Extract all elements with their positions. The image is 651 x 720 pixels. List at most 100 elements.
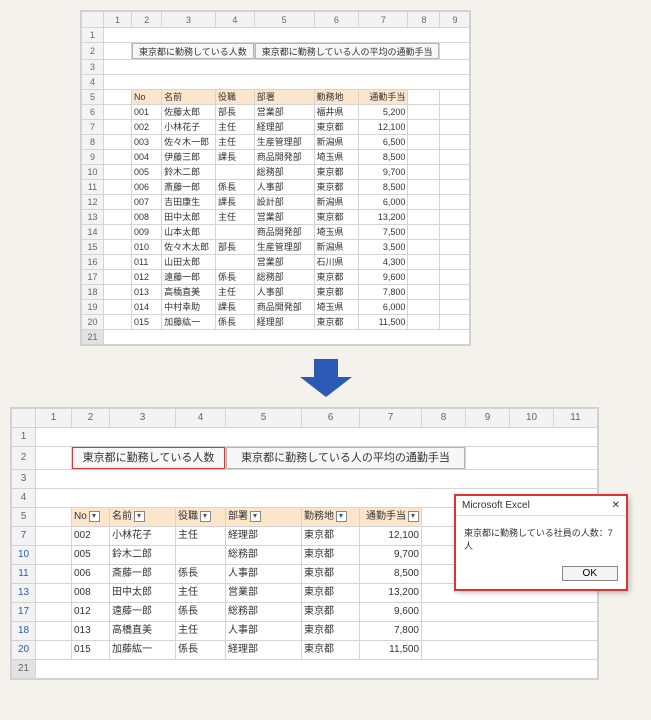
col-header[interactable]: 10: [510, 409, 554, 428]
cell-name[interactable]: 佐々木太郎: [162, 240, 216, 255]
cell-allow[interactable]: 8,500: [359, 150, 408, 165]
row-header[interactable]: 8: [82, 135, 104, 150]
cell-allow[interactable]: 9,600: [359, 270, 408, 285]
cell-dept[interactable]: 人事部: [254, 180, 314, 195]
cell-no[interactable]: 003: [132, 135, 162, 150]
row-header[interactable]: 1: [12, 428, 36, 447]
cell-allow[interactable]: 11,500: [359, 315, 408, 330]
cell-dept[interactable]: 営業部: [254, 255, 314, 270]
row-header[interactable]: 20: [12, 641, 36, 660]
cell-no[interactable]: 012: [132, 270, 162, 285]
cell-name[interactable]: 遠藤一郎: [110, 603, 176, 622]
cell-dept[interactable]: 総務部: [226, 546, 302, 565]
col-header[interactable]: 5: [226, 409, 302, 428]
cell-dept[interactable]: 設計部: [254, 195, 314, 210]
row-header[interactable]: 5: [12, 508, 36, 527]
cell-title[interactable]: 係長: [215, 270, 254, 285]
cell-dept[interactable]: 人事部: [254, 285, 314, 300]
row-header[interactable]: 21: [12, 660, 36, 679]
col-header[interactable]: 1: [104, 12, 132, 28]
cell-title[interactable]: 課長: [215, 150, 254, 165]
col-header[interactable]: 8: [422, 409, 466, 428]
row-header[interactable]: 10: [12, 546, 36, 565]
count-button[interactable]: 東京都に勤務している人数: [72, 447, 225, 469]
col-header[interactable]: 6: [302, 409, 360, 428]
table-header-no[interactable]: No: [72, 508, 110, 527]
col-header[interactable]: 11: [554, 409, 598, 428]
col-header[interactable]: 2: [132, 12, 162, 28]
cell-no[interactable]: 015: [132, 315, 162, 330]
cell-allow[interactable]: 11,500: [360, 641, 422, 660]
row-header[interactable]: 4: [82, 75, 104, 90]
cell-loc[interactable]: 東京都: [314, 210, 359, 225]
cell-name[interactable]: 吉田康生: [162, 195, 216, 210]
cell-name[interactable]: 高橋直美: [110, 622, 176, 641]
filter-icon[interactable]: [200, 511, 211, 522]
cell-title[interactable]: 主任: [215, 285, 254, 300]
cell-name[interactable]: 高橋直美: [162, 285, 216, 300]
row-header[interactable]: 2: [12, 447, 36, 470]
cell-no[interactable]: 007: [132, 195, 162, 210]
col-header[interactable]: 3: [162, 12, 216, 28]
cell-loc[interactable]: 新潟県: [314, 135, 359, 150]
row-header[interactable]: 17: [12, 603, 36, 622]
cell-dept[interactable]: 営業部: [226, 584, 302, 603]
cell-title[interactable]: 係長: [176, 603, 226, 622]
cell-dept[interactable]: 商品開発部: [254, 225, 314, 240]
cell-dept[interactable]: 営業部: [254, 105, 314, 120]
row-header[interactable]: 21: [82, 330, 104, 345]
cell-allow[interactable]: 7,800: [360, 622, 422, 641]
table-header-title[interactable]: 役職: [176, 508, 226, 527]
row-header[interactable]: 20: [82, 315, 104, 330]
row-header[interactable]: 3: [82, 60, 104, 75]
cell-loc[interactable]: 東京都: [314, 285, 359, 300]
cell-no[interactable]: 002: [132, 120, 162, 135]
cell-name[interactable]: 伊藤三郎: [162, 150, 216, 165]
cell-no[interactable]: 005: [72, 546, 110, 565]
cell-dept[interactable]: 総務部: [254, 270, 314, 285]
row-header[interactable]: 18: [12, 622, 36, 641]
cell-title[interactable]: [215, 165, 254, 180]
cell-allow[interactable]: 13,200: [360, 584, 422, 603]
cell-loc[interactable]: 東京都: [314, 120, 359, 135]
cell-no[interactable]: 005: [132, 165, 162, 180]
cell-name[interactable]: 斎藤一郎: [110, 565, 176, 584]
avg-button[interactable]: 東京都に勤務している人の平均の通勤手当: [255, 43, 440, 59]
cell-title[interactable]: [215, 225, 254, 240]
cell-title[interactable]: 課長: [215, 195, 254, 210]
col-header[interactable]: 3: [110, 409, 176, 428]
cell-name[interactable]: 中村幸助: [162, 300, 216, 315]
cell-title[interactable]: 部長: [215, 105, 254, 120]
cell-loc[interactable]: 東京都: [314, 315, 359, 330]
row-header[interactable]: 6: [82, 105, 104, 120]
cell-dept[interactable]: 経理部: [226, 527, 302, 546]
cell-allow[interactable]: 8,500: [360, 565, 422, 584]
cell-allow[interactable]: 6,000: [359, 300, 408, 315]
cell-name[interactable]: 斎藤一郎: [162, 180, 216, 195]
row-header[interactable]: 9: [82, 150, 104, 165]
cell-title[interactable]: 主任: [176, 527, 226, 546]
col-header[interactable]: 2: [72, 409, 110, 428]
cell-name[interactable]: 遠藤一郎: [162, 270, 216, 285]
cell-loc[interactable]: 東京都: [302, 641, 360, 660]
cell-allow[interactable]: 9,600: [360, 603, 422, 622]
cell-loc[interactable]: 東京都: [302, 603, 360, 622]
col-header[interactable]: 9: [466, 409, 510, 428]
cell-name[interactable]: 鈴木二郎: [110, 546, 176, 565]
cell-loc[interactable]: 東京都: [302, 622, 360, 641]
cell-title[interactable]: 主任: [176, 584, 226, 603]
cell-name[interactable]: 加藤紘一: [162, 315, 216, 330]
cell-name[interactable]: 山田太郎: [162, 255, 216, 270]
row-header[interactable]: 3: [12, 470, 36, 489]
cell-title[interactable]: 主任: [215, 210, 254, 225]
cell-allow[interactable]: 12,100: [360, 527, 422, 546]
cell-loc[interactable]: 埼玉県: [314, 150, 359, 165]
row-header[interactable]: 14: [82, 225, 104, 240]
cell-title[interactable]: 主任: [215, 135, 254, 150]
cell-title[interactable]: 部長: [215, 240, 254, 255]
cell-no[interactable]: 004: [132, 150, 162, 165]
cell-no[interactable]: 001: [132, 105, 162, 120]
row-header[interactable]: 1: [82, 28, 104, 43]
cell-title[interactable]: [215, 255, 254, 270]
cell-no[interactable]: 014: [132, 300, 162, 315]
